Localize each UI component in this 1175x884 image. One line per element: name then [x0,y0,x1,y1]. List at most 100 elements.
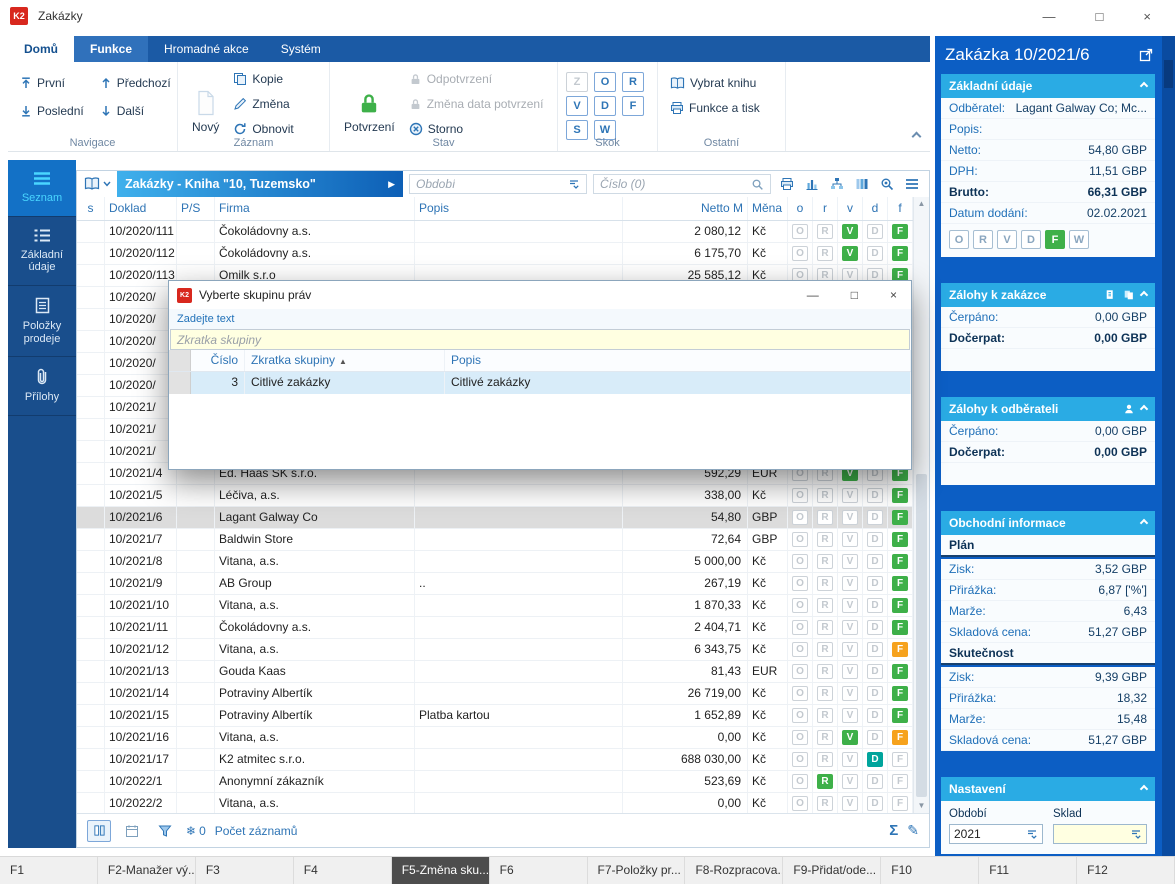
cell-doklad[interactable]: 10/2021/11 [105,617,177,638]
table-row[interactable]: 10/2021/12Vitana, a.s.6 343,75KčORVDF [77,639,913,661]
cell-popis[interactable] [415,485,623,506]
print-button[interactable] [780,177,794,191]
section-header-nastaveni[interactable]: Nastavení [941,777,1155,801]
table-row[interactable]: 10/2022/1Anonymní zákazník523,69KčORVDF [77,771,913,793]
cell-s[interactable] [77,221,105,242]
cell-netto[interactable]: 26 719,00 [623,683,748,704]
cell-s[interactable] [77,551,105,572]
cell-netto[interactable]: 267,19 [623,573,748,594]
column-header[interactable]: Netto M [623,197,748,220]
cell-firma[interactable]: Vitana, a.s. [215,793,415,814]
fkey-f4[interactable]: F4 [294,857,392,884]
table-row[interactable]: 10/2021/15Potraviny AlbertíkPlatba karto… [77,705,913,727]
sum-button[interactable]: Σ [889,822,898,839]
expand-play-icon[interactable]: ▶ [382,179,395,190]
cell-mena[interactable]: Kč [748,243,788,264]
cell-s[interactable] [77,705,105,726]
status-o-button[interactable]: O [949,230,969,249]
column-header[interactable]: Popis [415,197,623,220]
cell-ps[interactable] [177,243,215,264]
cell-doklad[interactable]: 10/2022/1 [105,771,177,792]
fkey-f12[interactable]: F12 [1077,857,1175,884]
column-header[interactable]: Doklad [105,197,177,220]
cell-doklad[interactable]: 10/2021/4 [105,463,177,484]
cell-ps[interactable] [177,617,215,638]
column-header[interactable]: r [813,197,838,220]
open-external-button[interactable] [1139,48,1153,62]
cell-s[interactable] [77,661,105,682]
cell-ps[interactable] [177,551,215,572]
skok-r-button[interactable]: R [622,72,644,92]
cell-s[interactable] [77,375,105,396]
cell-s[interactable] [77,309,105,330]
cell-doklad[interactable]: 10/2020/ [105,287,177,308]
columns-button[interactable] [855,177,869,191]
cell-mena[interactable]: Kč [748,595,788,616]
cell-mena[interactable]: Kč [748,573,788,594]
cell-ps[interactable] [177,793,215,814]
column-header[interactable]: Firma [215,197,415,220]
warehouse-combo[interactable] [1053,824,1147,844]
sidebar-item[interactable]: Seznam [8,160,76,217]
next-button[interactable]: Další [96,102,175,120]
fkey-f2[interactable]: F2-Manažer vý... [98,857,196,884]
cell-doklad[interactable]: 10/2021/ [105,397,177,418]
cell-firma[interactable]: Vitana, a.s. [215,595,415,616]
cell-s[interactable] [77,397,105,418]
cell-netto[interactable]: 2 404,71 [623,617,748,638]
cell-ps[interactable] [177,221,215,242]
sidebar-item[interactable]: Položky prodeje [8,286,76,357]
status-v-button[interactable]: V [997,230,1017,249]
cell-netto[interactable]: 0,00 [623,793,748,814]
cell-s[interactable] [77,727,105,748]
cell-mena[interactable]: Kč [748,485,788,506]
fkey-f11[interactable]: F11 [979,857,1077,884]
cell-netto[interactable]: 5 000,00 [623,551,748,572]
cell-doklad[interactable]: 10/2021/13 [105,661,177,682]
cell-ps[interactable] [177,507,215,528]
cell-s[interactable] [77,463,105,484]
ribbon-tab[interactable]: Domů [8,36,74,62]
cell-netto[interactable]: 1 870,33 [623,595,748,616]
skok-z-button[interactable]: Z [566,72,588,92]
section-header-zalohy-k-odberateli[interactable]: Zálohy k odběrateli [941,397,1155,421]
cell-firma[interactable]: AB Group [215,573,415,594]
frozen-filter-indicator[interactable]: ❄0 [186,824,206,838]
cell-firma[interactable]: Čokoládovny a.s. [215,243,415,264]
cell-s[interactable] [77,507,105,528]
group-abbrev-search-input[interactable]: Zkratka skupiny [170,329,910,350]
status-d-button[interactable]: D [1021,230,1041,249]
cancel-order-button[interactable]: Storno [405,120,548,138]
cell-popis[interactable] [415,595,623,616]
number-search-input[interactable]: Číslo (0) [593,174,771,194]
new-button[interactable]: Nový [186,66,225,138]
cell-doklad[interactable]: 10/2021/12 [105,639,177,660]
cell-netto[interactable]: 2 080,12 [623,221,748,242]
dialog-maximize-button[interactable]: □ [851,288,858,302]
cell-s[interactable] [77,331,105,352]
cell-ps[interactable] [177,705,215,726]
cell-doklad[interactable]: 10/2021/5 [105,485,177,506]
cell-popis[interactable] [415,529,623,550]
fkey-f6[interactable]: F6 [490,857,588,884]
cell-s[interactable] [77,771,105,792]
chart-button[interactable] [805,177,819,191]
cell-s[interactable] [77,441,105,462]
ribbon-tab[interactable]: Systém [265,36,337,62]
cell-popis[interactable] [415,793,623,814]
cell-popis[interactable] [415,771,623,792]
table-row[interactable]: 10/2021/14Potraviny Albertík26 719,00KčO… [77,683,913,705]
cell-popis[interactable] [415,661,623,682]
cell-doklad[interactable]: 10/2021/14 [105,683,177,704]
scroll-up-icon[interactable]: ▲ [914,197,929,211]
cell-popis[interactable] [415,221,623,242]
panel-scrollbar[interactable] [1162,36,1175,856]
fkey-f9[interactable]: F9-Přidat/ode... [783,857,881,884]
cell-firma[interactable]: Vitana, a.s. [215,639,415,660]
cell-netto[interactable]: 54,80 [623,507,748,528]
cell-firma[interactable]: Anonymní zákazník [215,771,415,792]
cell-mena[interactable]: Kč [748,749,788,770]
sidebar-item[interactable]: Přílohy [8,357,76,416]
view-columns-button[interactable] [87,820,111,842]
cell-doklad[interactable]: 10/2021/9 [105,573,177,594]
